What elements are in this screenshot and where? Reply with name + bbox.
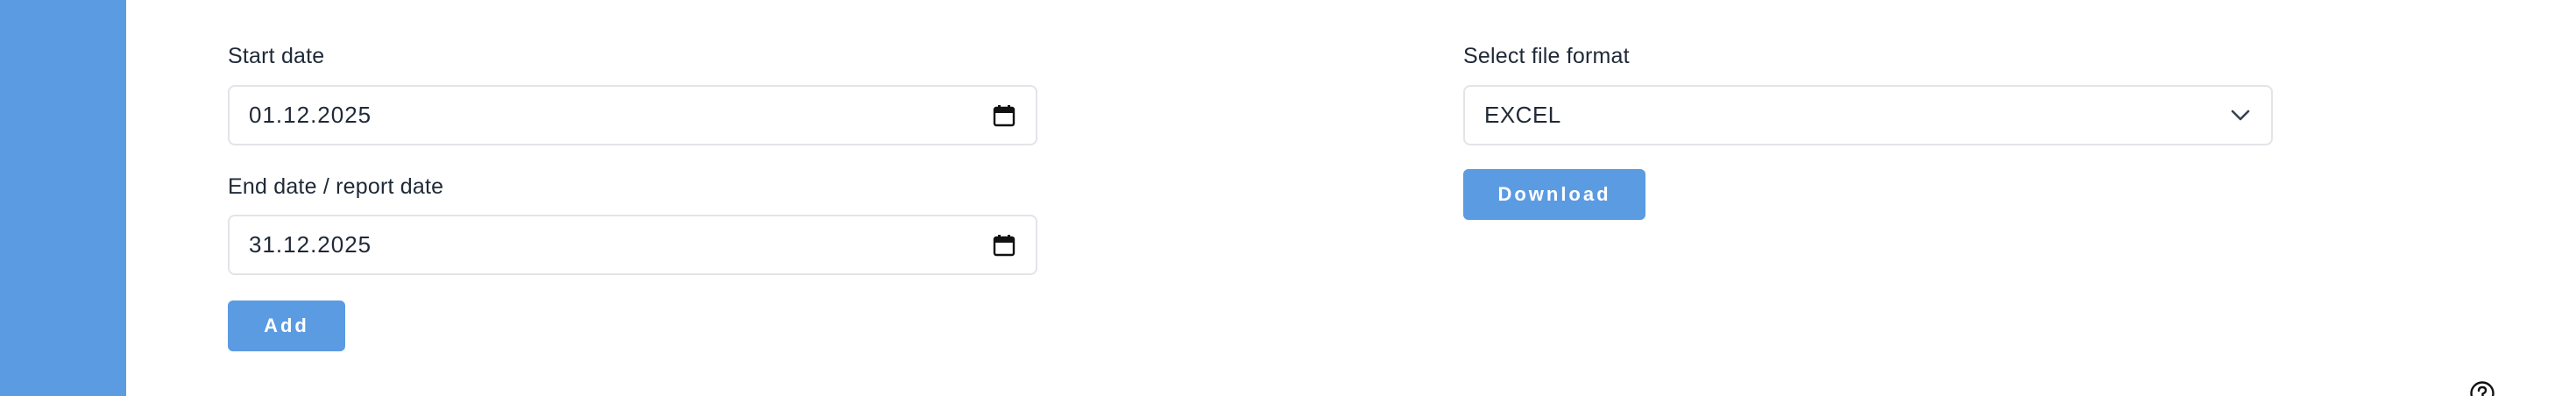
download-button[interactable]: Download <box>1463 169 1645 220</box>
chevron-down-icon <box>2229 104 2252 127</box>
file-format-label: Select file format <box>1463 44 1630 68</box>
end-date-label: End date / report date <box>228 174 444 199</box>
file-format-select[interactable]: EXCEL <box>1463 85 2273 145</box>
help-icon[interactable] <box>2469 380 2495 396</box>
start-date-value: 01.12.2025 <box>249 102 372 128</box>
end-date-input[interactable]: 31.12.2025 <box>228 215 1037 275</box>
file-format-value: EXCEL <box>1484 102 1561 128</box>
page: Start date 01.12.2025 End date / report … <box>0 0 2576 396</box>
add-button[interactable]: Add <box>228 301 345 351</box>
start-date-label: Start date <box>228 44 325 68</box>
start-date-input[interactable]: 01.12.2025 <box>228 85 1037 145</box>
sidebar <box>0 0 126 396</box>
calendar-icon[interactable] <box>992 233 1016 258</box>
calendar-icon[interactable] <box>992 103 1016 128</box>
end-date-value: 31.12.2025 <box>249 231 372 258</box>
